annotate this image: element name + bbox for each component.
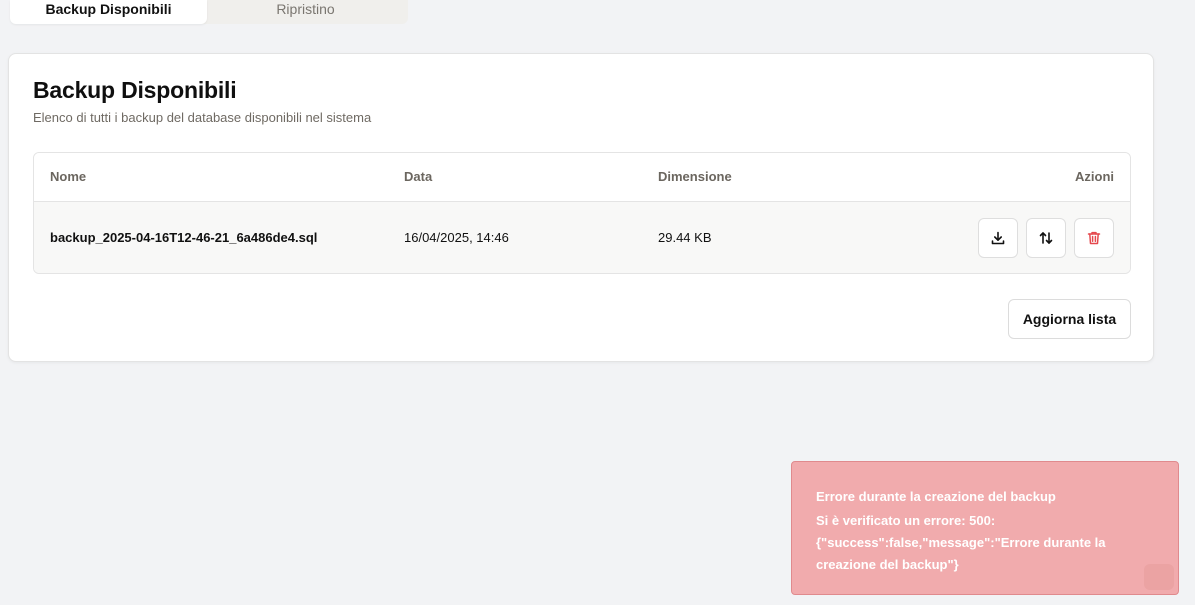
refresh-list-button[interactable]: Aggiorna lista	[1008, 299, 1131, 339]
restore-button[interactable]	[1026, 218, 1066, 258]
header-name: Nome	[50, 169, 87, 184]
header-size: Dimensione	[658, 169, 732, 184]
backup-date: 16/04/2025, 14:46	[404, 230, 509, 245]
tab-ripristino[interactable]: Ripristino	[207, 0, 404, 24]
delete-button[interactable]	[1074, 218, 1114, 258]
tab-backup-disponibili[interactable]: Backup Disponibili	[10, 0, 207, 24]
backup-name: backup_2025-04-16T12-46-21_6a486de4.sql	[50, 230, 318, 245]
table-header: Nome Data Dimensione Azioni	[34, 153, 1130, 202]
toast-corner	[1144, 564, 1174, 590]
toast-title: Errore durante la creazione del backup	[816, 489, 1056, 504]
backups-card: Backup Disponibili Elenco di tutti i bac…	[8, 53, 1154, 362]
restore-arrows-icon	[1039, 232, 1053, 244]
card-subtitle: Elenco di tutti i backup del database di…	[33, 110, 372, 125]
table-row: backup_2025-04-16T12-46-21_6a486de4.sql …	[34, 202, 1130, 273]
download-icon	[991, 231, 1005, 245]
card-title: Backup Disponibili	[33, 77, 237, 103]
backups-table: Nome Data Dimensione Azioni backup_2025-…	[33, 152, 1131, 274]
download-button[interactable]	[978, 218, 1018, 258]
toast-message: Si è verificato un errore: 500: {"succes…	[816, 513, 1106, 572]
backup-size: 29.44 KB	[658, 230, 712, 245]
trash-icon	[1087, 231, 1101, 245]
header-actions: Azioni	[1075, 169, 1114, 184]
error-toast[interactable]: Errore durante la creazione del backup S…	[791, 461, 1179, 595]
header-date: Data	[404, 169, 433, 184]
tab-bar: Backup Disponibili Ripristino	[10, 0, 408, 24]
